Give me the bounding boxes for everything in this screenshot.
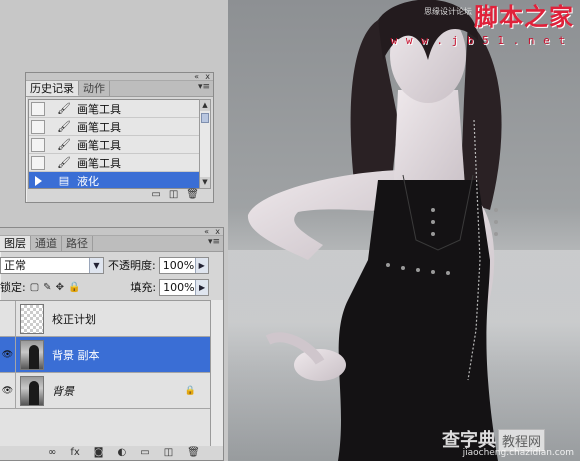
history-item-label: 画笔工具 — [77, 138, 121, 152]
history-item-label: 画笔工具 — [77, 120, 121, 134]
close-icon[interactable]: x — [215, 227, 220, 236]
snapshot-source-checkbox[interactable] — [31, 155, 45, 170]
layer-list: 校正计划 👁 背景 副本 👁 背景 🔒 — [0, 300, 210, 446]
tab-history[interactable]: 历史记录 — [26, 81, 79, 96]
history-item-selected[interactable]: ▤ 液化 — [29, 172, 199, 188]
layer-name: 校正计划 — [52, 312, 96, 326]
mask-icon[interactable]: ◙ — [94, 447, 104, 459]
tab-paths[interactable]: 路径 — [62, 236, 93, 251]
photo-image — [228, 0, 580, 461]
history-item[interactable]: 🖌 画笔工具 — [29, 136, 199, 154]
site-url: w w w . j b 5 1 . n e t — [390, 34, 566, 47]
snapshot-source-checkbox[interactable] — [31, 137, 45, 152]
opacity-value: 100% — [162, 258, 195, 272]
snapshot-source-checkbox[interactable] — [31, 101, 45, 116]
layer-thumbnail — [20, 375, 44, 406]
close-icon[interactable]: x — [205, 72, 210, 81]
history-item-label: 液化 — [77, 174, 99, 188]
scroll-thumb[interactable] — [201, 113, 209, 123]
blend-row: 正常 ▼ 不透明度: 100% ▶ — [0, 256, 223, 274]
history-item[interactable]: 🖌 画笔工具 — [29, 100, 199, 118]
fx-icon[interactable]: fx — [70, 447, 79, 459]
layer-row-selected[interactable]: 👁 背景 副本 — [0, 336, 210, 373]
chevron-down-icon[interactable]: ▼ — [89, 257, 103, 273]
fill-arrow-icon[interactable]: ▶ — [195, 279, 209, 295]
layer-row[interactable]: 校正计划 — [0, 300, 210, 337]
history-item-label: 画笔工具 — [77, 156, 121, 170]
layer-row[interactable]: 👁 背景 🔒 — [0, 372, 210, 409]
history-scrollbar[interactable]: ▲ ▼ — [199, 99, 211, 189]
layer-name: 背景 — [52, 384, 74, 398]
tab-channels[interactable]: 通道 — [31, 236, 62, 251]
blend-mode-value: 正常 — [4, 259, 26, 272]
lock-row: 锁定: ▢ ✎ ✥ 🔒 填充: 100% ▶ — [0, 278, 223, 296]
group-icon[interactable]: ▭ — [140, 447, 149, 459]
brush-icon: 🖌 — [57, 102, 71, 115]
blend-mode-select[interactable]: 正常 ▼ — [0, 256, 104, 274]
layer-name: 背景 副本 — [52, 348, 100, 362]
history-item-label: 画笔工具 — [77, 102, 121, 116]
lock-all-icon[interactable]: 🔒 — [68, 282, 80, 293]
adjustment-icon[interactable]: ◐ — [118, 447, 127, 459]
collapse-icon[interactable]: « — [194, 72, 199, 81]
panel-grip[interactable]: « x — [26, 72, 213, 81]
scroll-up-icon[interactable]: ▲ — [200, 100, 210, 111]
trash-icon[interactable]: 🗑 — [186, 189, 199, 201]
snapshot-source-checkbox[interactable] — [31, 173, 45, 188]
history-panel: « x 历史记录 动作 ▾≡ 🖌 画笔工具 🖌 画笔工具 🖌 画笔工具 🖌 画笔… — [25, 72, 214, 203]
layer-thumbnail — [20, 339, 44, 370]
history-item[interactable]: 🖌 画笔工具 — [29, 154, 199, 172]
visibility-toggle[interactable] — [0, 300, 16, 337]
fill-field[interactable]: 100% ▶ — [159, 278, 210, 296]
panel-menu-icon[interactable]: ▾≡ — [198, 82, 210, 92]
trash-icon[interactable]: 🗑 — [187, 447, 200, 459]
snapshot-source-checkbox[interactable] — [31, 119, 45, 134]
history-list: 🖌 画笔工具 🖌 画笔工具 🖌 画笔工具 🖌 画笔工具 ▤ 液化 — [28, 99, 200, 189]
document-canvas[interactable]: 脚本之家 w w w . j b 5 1 . n e t 思缘设计论坛 查字典教… — [228, 0, 580, 461]
scroll-down-icon[interactable]: ▼ — [200, 177, 210, 188]
tab-actions[interactable]: 动作 — [79, 81, 110, 96]
history-tabs: 历史记录 动作 ▾≡ — [26, 81, 213, 97]
new-document-icon[interactable]: ▭ — [151, 189, 160, 201]
layers-footer: ∞ fx ◙ ◐ ▭ ◫ 🗑 — [0, 446, 223, 460]
site-small-text: 思缘设计论坛 — [424, 7, 472, 16]
layer-thumbnail — [20, 303, 44, 334]
fill-label: 填充: — [130, 281, 157, 294]
opacity-arrow-icon[interactable]: ▶ — [194, 257, 208, 273]
link-icon[interactable]: ∞ — [48, 447, 56, 459]
panel-menu-icon[interactable]: ▾≡ — [208, 237, 220, 247]
history-item[interactable]: 🖌 画笔工具 — [29, 118, 199, 136]
snapshot-icon[interactable]: ◫ — [169, 189, 178, 201]
watermark-url: jiaocheng.chazidian.com — [462, 448, 574, 458]
panel-grip[interactable]: « x — [0, 227, 223, 236]
brush-icon: 🖌 — [57, 120, 71, 133]
layers-scrollbar[interactable] — [210, 300, 223, 446]
layer-lock-icon: 🔒 — [184, 385, 196, 396]
collapse-icon[interactable]: « — [204, 227, 209, 236]
new-layer-icon[interactable]: ◫ — [164, 447, 173, 459]
brush-icon: 🖌 — [57, 138, 71, 151]
site-logo: 脚本之家 — [474, 2, 574, 31]
opacity-label: 不透明度: — [108, 259, 156, 272]
lock-position-icon[interactable]: ✥ — [56, 282, 64, 293]
opacity-field[interactable]: 100% ▶ — [158, 256, 209, 274]
layers-panel: « x 图层 通道 路径 ▾≡ 正常 ▼ 不透明度: 100% ▶ 锁定: ▢ … — [0, 227, 224, 461]
liquify-icon: ▤ — [58, 174, 70, 187]
eye-icon[interactable]: 👁 — [0, 372, 16, 409]
lock-pixels-icon[interactable]: ✎ — [43, 282, 51, 293]
lock-label: 锁定: — [0, 281, 26, 294]
history-footer: ▭ ◫ 🗑 — [26, 188, 213, 202]
lock-transparent-icon[interactable]: ▢ — [30, 282, 39, 293]
layers-tabs: 图层 通道 路径 ▾≡ — [0, 236, 223, 252]
tab-layers[interactable]: 图层 — [0, 236, 31, 251]
fill-value: 100% — [163, 280, 195, 294]
brush-icon: 🖌 — [57, 156, 71, 169]
eye-icon[interactable]: 👁 — [0, 336, 16, 373]
